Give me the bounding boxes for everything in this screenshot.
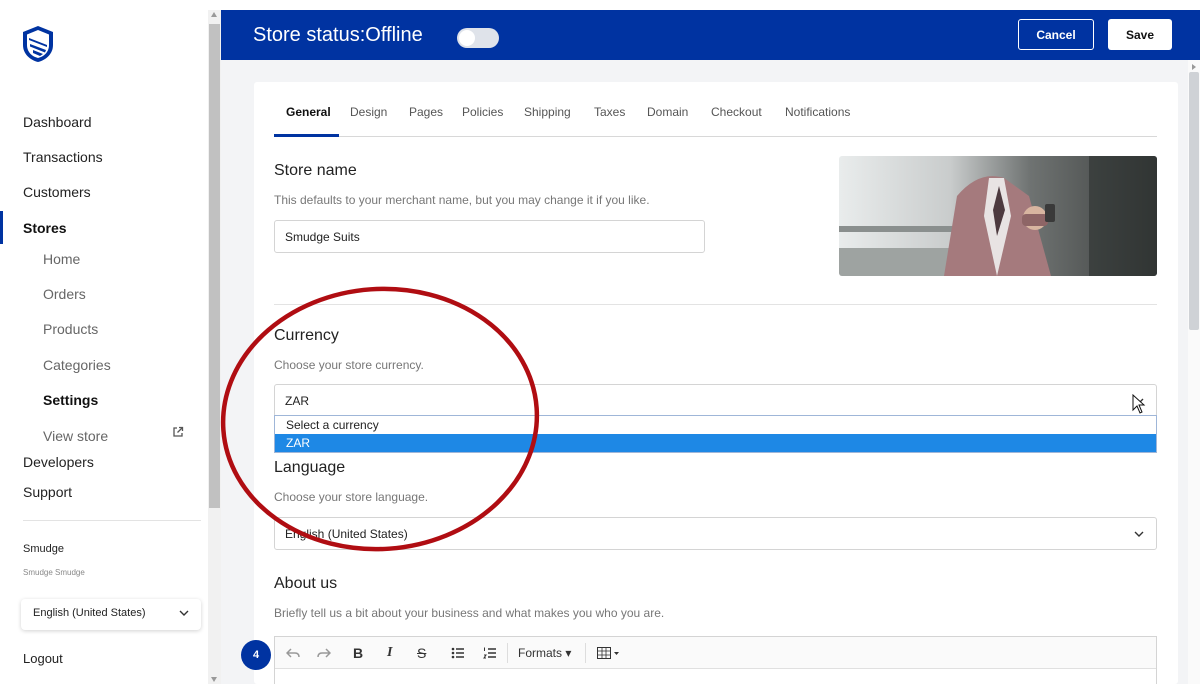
chevron-down-icon (179, 610, 189, 616)
page-scrollbar-thumb[interactable] (209, 24, 220, 508)
numbered-list-icon[interactable] (483, 646, 497, 660)
toolbar-separator (585, 643, 586, 663)
step-number-badge: 4 (241, 640, 271, 670)
store-status-title: Store status:Offline (253, 24, 423, 46)
formats-label: Formats (518, 646, 563, 660)
currency-helper: Choose your store currency. (274, 358, 424, 372)
nav-transactions[interactable]: Transactions (23, 149, 103, 165)
currency-select-value: ZAR (285, 394, 309, 408)
scroll-up-icon[interactable] (211, 12, 217, 17)
nav-stores-products[interactable]: Products (43, 321, 98, 337)
store-language-value: English (United States) (285, 527, 408, 541)
user-full-name: Smudge Smudge (23, 568, 85, 577)
store-language-select[interactable]: English (United States) (274, 517, 1157, 550)
currency-option[interactable]: Select a currency (275, 416, 1156, 434)
nav-customers[interactable]: Customers (23, 184, 91, 200)
store-name-helper: This defaults to your merchant name, but… (274, 193, 650, 207)
tab-taxes[interactable]: Taxes (594, 105, 625, 119)
mouse-cursor-icon (1132, 394, 1146, 414)
store-status-toggle[interactable] (457, 28, 499, 48)
external-link-icon[interactable] (172, 426, 184, 438)
tab-notifications[interactable]: Notifications (785, 105, 850, 119)
toggle-knob (459, 30, 475, 46)
store-banner-image[interactable] (839, 156, 1157, 276)
about-us-title: About us (274, 575, 338, 592)
logout-link[interactable]: Logout (23, 651, 63, 666)
tab-pages[interactable]: Pages (409, 105, 443, 119)
nav-dashboard[interactable]: Dashboard (23, 114, 92, 130)
nav-view-store[interactable]: View store (43, 428, 108, 444)
save-button[interactable]: Save (1108, 19, 1172, 50)
settings-tabs: General Design Pages Policies Shipping T… (274, 105, 1157, 137)
bullet-list-icon[interactable] (451, 646, 465, 660)
tab-policies[interactable]: Policies (462, 105, 503, 119)
strikethrough-icon[interactable]: S (417, 645, 426, 661)
sidebar: Dashboard Transactions Customers Stores … (0, 0, 208, 684)
tab-design[interactable]: Design (350, 105, 387, 119)
settings-card: General Design Pages Policies Shipping T… (254, 82, 1178, 684)
nav-support[interactable]: Support (23, 484, 72, 500)
formats-dropdown[interactable]: Formats ▾ (518, 646, 571, 660)
toolbar-separator (507, 643, 508, 663)
italic-icon[interactable]: I (387, 645, 392, 661)
language-helper: Choose your store language. (274, 490, 429, 504)
language-select-value: English (United States) (33, 607, 146, 619)
about-us-helper: Briefly tell us a bit about your busines… (274, 606, 665, 620)
content-scrollbar-thumb[interactable] (1189, 72, 1199, 330)
tab-shipping[interactable]: Shipping (524, 105, 571, 119)
cancel-button[interactable]: Cancel (1018, 19, 1094, 50)
nav-stores-settings[interactable]: Settings (43, 392, 98, 408)
tab-domain[interactable]: Domain (647, 105, 688, 119)
app-window: Dashboard Transactions Customers Stores … (0, 0, 1200, 684)
user-name: Smudge (23, 543, 64, 555)
active-nav-indicator (0, 211, 3, 244)
nav-stores-categories[interactable]: Categories (43, 357, 111, 373)
language-select[interactable]: English (United States) (21, 599, 201, 630)
redo-icon[interactable] (317, 647, 331, 659)
scroll-down-icon[interactable] (211, 677, 217, 682)
about-us-editor[interactable]: B I S Formats ▾ (274, 636, 1157, 684)
store-status-bar: Store status:Offline Cancel Save (221, 10, 1200, 60)
scroll-arrow-icon[interactable] (1192, 64, 1196, 70)
editor-toolbar: B I S Formats ▾ (275, 637, 1156, 669)
nav-stores[interactable]: Stores (23, 220, 67, 236)
active-tab-underline (274, 134, 339, 137)
language-title: Language (274, 459, 346, 476)
nav-stores-orders[interactable]: Orders (43, 286, 86, 302)
page-scrollbar[interactable] (208, 10, 221, 684)
nav-developers[interactable]: Developers (23, 454, 94, 470)
section-divider (274, 304, 1157, 305)
tab-checkout[interactable]: Checkout (711, 105, 762, 119)
currency-title: Currency (274, 327, 339, 344)
main-content: Store status:Offline Cancel Save General… (221, 10, 1200, 684)
undo-icon[interactable] (286, 647, 300, 659)
chevron-down-icon (1134, 531, 1144, 537)
currency-option-selected[interactable]: ZAR (275, 434, 1156, 452)
store-name-input[interactable] (274, 220, 705, 253)
currency-select[interactable]: ZAR (274, 384, 1157, 417)
sidebar-divider (23, 520, 201, 521)
bold-icon[interactable]: B (353, 645, 363, 661)
content-scrollbar[interactable] (1188, 60, 1200, 684)
tab-general[interactable]: General (286, 105, 331, 119)
currency-dropdown-list: Select a currency ZAR (274, 415, 1157, 453)
store-name-title: Store name (274, 162, 357, 179)
nav-stores-home[interactable]: Home (43, 251, 80, 267)
bank-shield-logo[interactable] (21, 25, 55, 63)
table-icon[interactable] (597, 647, 621, 659)
